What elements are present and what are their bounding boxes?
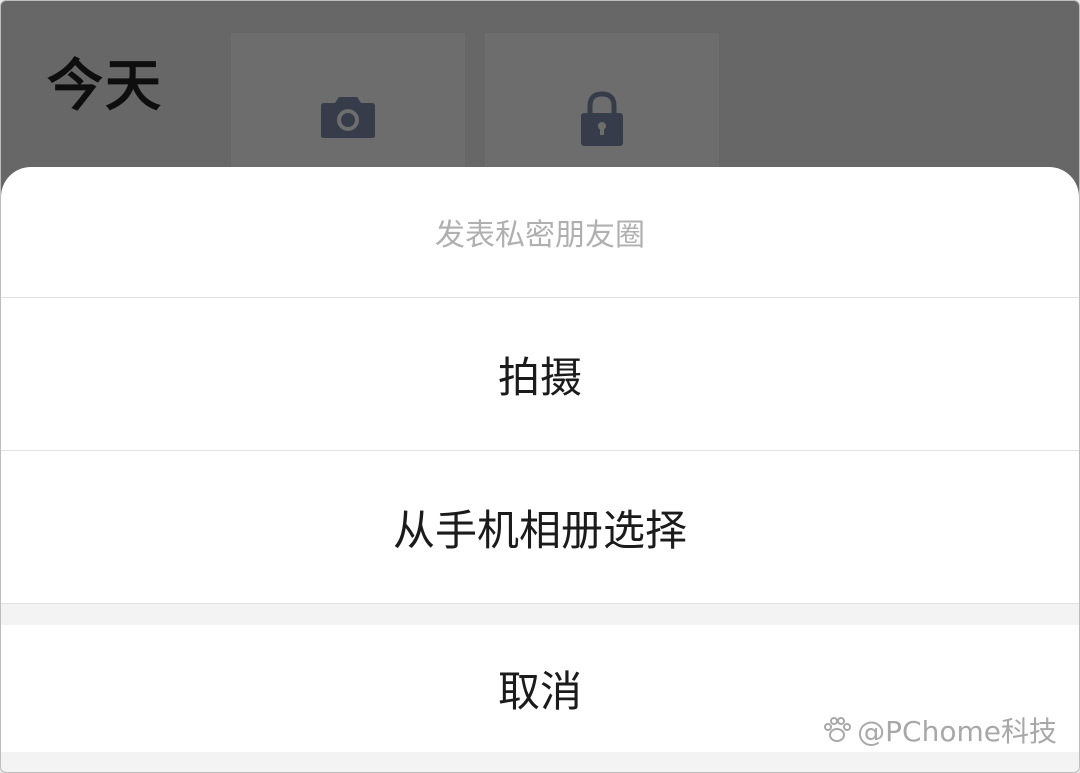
sheet-bottom-strip	[1, 752, 1079, 772]
take-photo-option[interactable]: 拍摄	[1, 298, 1079, 451]
sheet-separator	[1, 604, 1079, 625]
action-sheet-title: 发表私密朋友圈	[1, 167, 1079, 298]
lock-icon	[581, 91, 623, 146]
page-title-today: 今天	[47, 54, 163, 119]
action-sheet: 发表私密朋友圈 拍摄 从手机相册选择 取消	[1, 167, 1079, 772]
paw-icon	[824, 717, 852, 742]
watermark-text: @PChome科技	[857, 715, 1057, 748]
camera-icon	[321, 97, 375, 138]
private-post-tile[interactable]	[485, 33, 719, 181]
screen-frame: 今天 发表私密朋友圈 拍摄 从手机相册选择 取消 @PChome科技	[0, 0, 1080, 773]
choose-from-album-option[interactable]: 从手机相册选择	[1, 451, 1079, 604]
watermark: @PChome科技	[823, 710, 1057, 750]
add-photo-tile[interactable]	[231, 33, 465, 181]
